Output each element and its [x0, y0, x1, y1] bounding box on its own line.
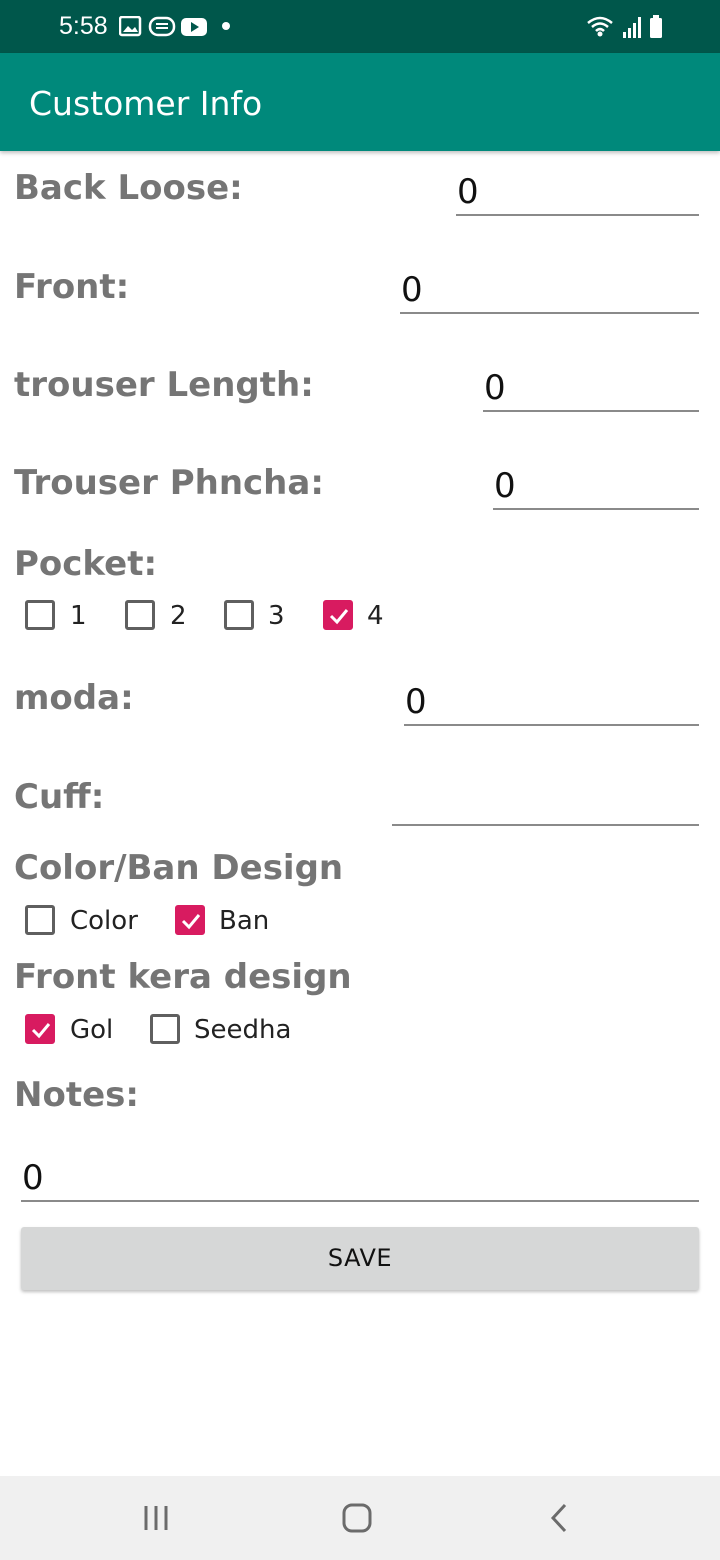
- moda-input[interactable]: 0: [404, 682, 699, 726]
- pocket-4-checkbox[interactable]: [323, 600, 353, 630]
- cuff-input[interactable]: [392, 782, 699, 826]
- pocket-options: 1 2 3 4: [25, 600, 425, 634]
- recent-apps-icon[interactable]: [142, 1503, 172, 1533]
- front-kera-options: Gol Seedha: [25, 1014, 325, 1048]
- cuff-label: Cuff:: [14, 777, 105, 817]
- back-loose-label: Back Loose:: [14, 168, 243, 208]
- notes-input[interactable]: 0: [21, 1158, 699, 1202]
- back-icon[interactable]: [547, 1502, 573, 1534]
- pocket-1-checkbox[interactable]: [25, 600, 55, 630]
- check-icon: [329, 609, 349, 625]
- color-ban-design-label: Color/Ban Design: [14, 848, 344, 888]
- pocket-3-checkbox[interactable]: [224, 600, 254, 630]
- youtube-icon: [181, 18, 207, 36]
- notification-icons: [119, 16, 230, 37]
- status-bar: 5:58: [0, 0, 720, 53]
- system-status-icons: [587, 15, 662, 38]
- ban-checkbox[interactable]: [175, 905, 205, 935]
- trouser-length-input[interactable]: 0: [483, 368, 699, 412]
- pocket-2-checkbox[interactable]: [125, 600, 155, 630]
- trouser-length-label: trouser Length:: [14, 365, 314, 405]
- home-icon[interactable]: [341, 1502, 373, 1534]
- front-kera-design-label: Front kera design: [14, 957, 352, 997]
- navigation-bar: [0, 1476, 720, 1560]
- front-label: Front:: [14, 267, 130, 307]
- color-label: Color: [70, 906, 138, 936]
- front-input[interactable]: 0: [400, 270, 699, 314]
- app-bar: Customer Info: [0, 53, 720, 151]
- pocket-3-label: 3: [268, 601, 285, 631]
- gol-checkbox[interactable]: [25, 1014, 55, 1044]
- check-icon: [31, 1023, 51, 1039]
- pocket-label: Pocket:: [14, 544, 158, 584]
- wifi-icon: [587, 16, 613, 32]
- pocket-2-label: 2: [170, 601, 187, 631]
- pocket-4-label: 4: [367, 601, 384, 631]
- seedha-checkbox[interactable]: [150, 1014, 180, 1044]
- ban-label: Ban: [219, 906, 270, 936]
- page-title: Customer Info: [29, 84, 263, 123]
- seedha-label: Seedha: [194, 1015, 292, 1045]
- trouser-phncha-label: Trouser Phncha:: [14, 463, 324, 503]
- gol-label: Gol: [70, 1015, 114, 1045]
- color-ban-options: Color Ban: [25, 905, 325, 939]
- trouser-phncha-input[interactable]: 0: [493, 466, 699, 510]
- pocket-1-label: 1: [70, 601, 87, 631]
- color-checkbox[interactable]: [25, 905, 55, 935]
- status-time: 5:58: [59, 12, 108, 40]
- check-icon: [181, 914, 201, 930]
- gallery-icon: [119, 16, 142, 37]
- moda-label: moda:: [14, 678, 134, 718]
- save-button[interactable]: SAVE: [21, 1227, 699, 1290]
- signal-icon: [623, 17, 641, 38]
- battery-icon: [650, 15, 662, 38]
- dot-icon: [222, 22, 230, 30]
- back-loose-input[interactable]: 0: [456, 172, 699, 216]
- notes-label: Notes:: [14, 1075, 139, 1115]
- message-icon: [148, 16, 176, 37]
